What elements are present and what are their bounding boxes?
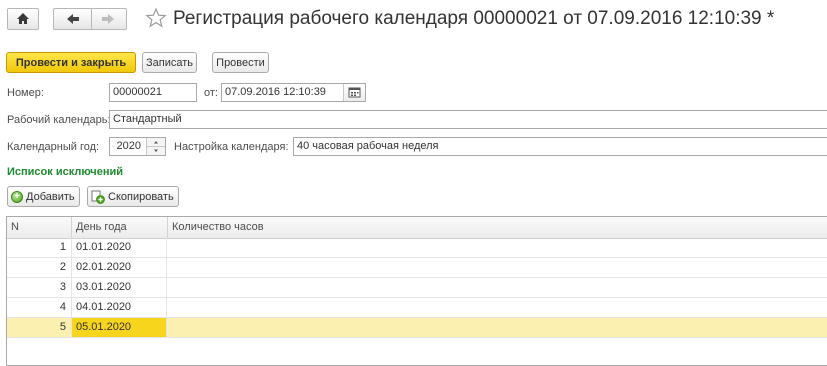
table-row[interactable]: 2 02.01.2020 xyxy=(7,258,827,278)
cell-day: 04.01.2020 xyxy=(71,298,167,317)
settings-label: Настройка календаря: xyxy=(174,141,289,153)
post-button[interactable]: Провести xyxy=(212,52,269,73)
home-button[interactable] xyxy=(7,8,39,30)
cell-day: 03.01.2020 xyxy=(71,278,167,297)
year-stepper[interactable]: 2020 xyxy=(109,137,166,156)
copy-icon xyxy=(91,190,105,204)
cell-n: 2 xyxy=(59,261,66,273)
add-button-label: Добавить xyxy=(26,190,75,203)
forward-button[interactable] xyxy=(91,8,127,30)
column-header-n[interactable]: N xyxy=(7,217,71,238)
chevron-down-icon xyxy=(154,149,158,152)
table-row[interactable]: 4 04.01.2020 xyxy=(7,298,827,318)
column-header-hours[interactable]: Количество часов xyxy=(167,217,467,238)
settings-field[interactable]: 40 часовая рабочая неделя xyxy=(293,137,827,156)
chevron-up-icon xyxy=(154,141,158,144)
year-down-button[interactable] xyxy=(146,147,165,155)
copy-button[interactable]: Скопировать xyxy=(87,186,179,207)
number-label: Номер: xyxy=(7,87,44,99)
save-button[interactable]: Записать xyxy=(142,52,197,73)
exceptions-section-title: Исписок исключений xyxy=(7,166,123,178)
cell-hours xyxy=(167,318,827,337)
cell-hours xyxy=(167,238,827,257)
date-field[interactable]: 07.09.2016 12:10:39 xyxy=(221,83,366,102)
table-row-selected[interactable]: 5 05.01.2020 xyxy=(7,318,827,338)
cell-n: 5 xyxy=(59,321,66,333)
calendar-field[interactable]: Стандартный xyxy=(109,110,827,129)
home-icon xyxy=(17,13,29,24)
cell-day: 02.01.2020 xyxy=(71,258,167,277)
year-label: Календарный год: xyxy=(7,141,100,153)
star-icon xyxy=(145,7,167,28)
year-up-button[interactable] xyxy=(146,138,165,147)
post-and-close-button[interactable]: Провести и закрыть xyxy=(6,52,136,73)
arrow-right-icon xyxy=(102,14,114,24)
date-value: 07.09.2016 12:10:39 xyxy=(225,86,326,98)
cell-n: 4 xyxy=(59,301,66,313)
cell-hours xyxy=(167,278,827,297)
cell-hours xyxy=(167,258,827,277)
favorite-star-icon[interactable] xyxy=(145,7,167,29)
back-button[interactable] xyxy=(53,8,91,30)
add-button[interactable]: + Добавить xyxy=(7,186,80,207)
column-header-day[interactable]: День года xyxy=(71,217,167,238)
year-value: 2020 xyxy=(116,140,141,152)
cell-hours xyxy=(167,298,827,317)
calendar-picker-button[interactable] xyxy=(343,84,365,101)
cell-n: 3 xyxy=(59,281,66,293)
cell-day: 01.01.2020 xyxy=(71,238,167,257)
add-icon: + xyxy=(11,190,23,203)
table-row[interactable]: 3 03.01.2020 xyxy=(7,278,827,298)
number-field[interactable]: 00000021 xyxy=(109,83,197,102)
page-title: Регистрация рабочего календаря 00000021 … xyxy=(173,8,775,29)
cell-day: 05.01.2020 xyxy=(71,318,167,337)
calendar-label: Рабочий календарь: xyxy=(7,114,111,126)
table-row[interactable]: 1 01.01.2020 xyxy=(7,238,827,258)
arrow-left-icon xyxy=(67,14,79,24)
copy-button-label: Скопировать xyxy=(108,190,174,203)
exceptions-table[interactable]: N День года Количество часов 1 01.01.202… xyxy=(6,216,827,366)
calendar-icon xyxy=(348,87,361,98)
cell-n: 1 xyxy=(59,241,66,253)
date-label: от: xyxy=(204,87,218,99)
table-header: N День года Количество часов xyxy=(7,217,827,239)
